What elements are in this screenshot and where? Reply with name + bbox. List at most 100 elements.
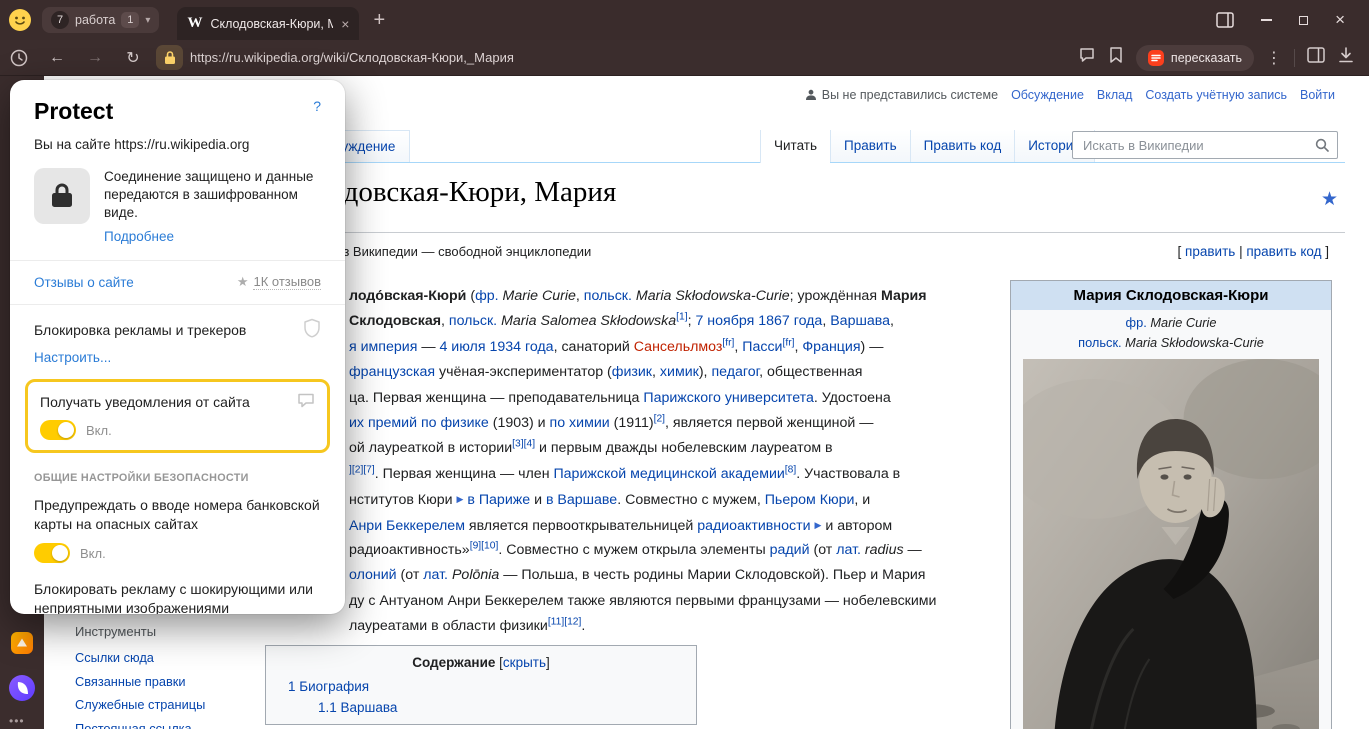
personal-link[interactable]: Вклад — [1097, 88, 1133, 102]
more-menu-icon[interactable]: ⋮ — [1266, 48, 1282, 68]
toc-items: 1 Биография 1.1 Варшава — [276, 679, 686, 715]
tab-group[interactable]: 7 работа 1 ▾ — [42, 7, 159, 33]
search-icon[interactable] — [1315, 138, 1329, 152]
portrait-photo[interactable] — [1023, 359, 1319, 729]
toolbar: ← → ↻ https://ru.wikipedia.org/wiki/Скло… — [0, 40, 1369, 76]
profile-avatar[interactable] — [8, 8, 32, 32]
tab-bar: 7 работа 1 ▾ W Склодовская-Кюри, Ма × + … — [0, 0, 1369, 40]
article-line: лодо́вская-Кюри́ (фр. Marie Curie, польс… — [349, 284, 936, 309]
watch-star-icon[interactable]: ★ — [1321, 188, 1338, 211]
article-line: ой лауреаткой в истории[3][4] и первым д… — [349, 436, 936, 461]
maximize-button[interactable] — [1299, 16, 1308, 25]
wikipedia-favicon: W — [187, 15, 202, 32]
article-line: ца. Первая женщина — преподавательница П… — [349, 386, 936, 411]
infobox: Мария Склодовская-Кюри фр. Marie Curie п… — [1010, 280, 1332, 729]
services-icon[interactable] — [11, 632, 33, 659]
close-button[interactable]: × — [1335, 10, 1345, 30]
active-tab[interactable]: W Склодовская-Кюри, Ма × — [177, 7, 359, 40]
site-reviews-link[interactable]: Отзывы о сайте — [34, 275, 134, 290]
sidebar-link[interactable]: Ссылки сюда — [75, 650, 205, 665]
minimize-button[interactable] — [1261, 19, 1272, 21]
personal-status-label: Вы не представились системе — [822, 88, 998, 102]
personal-link[interactable]: Войти — [1300, 88, 1335, 102]
infobox-title: Мария Склодовская-Кюри — [1011, 281, 1331, 310]
article-line: ][2][7]. Первая женщина — член Парижской… — [349, 462, 936, 487]
downloads-icon[interactable] — [1337, 46, 1355, 69]
search-box — [1072, 131, 1338, 159]
rail-more-icon[interactable]: ••• — [9, 714, 25, 728]
article-line: радиоактивность»[9][10]. Совместно с муж… — [349, 538, 936, 563]
security-section-heading: ОБЩИЕ НАСТРОЙКИ БЕЗОПАСНОСТИ — [34, 472, 321, 484]
reviews-count[interactable]: ★ 1К отзывов — [237, 274, 321, 290]
infobox-name-fr: фр. Marie Curie — [1011, 315, 1331, 330]
lock-icon — [50, 182, 74, 210]
alice-assistant-icon[interactable] — [9, 675, 35, 706]
help-icon[interactable]: ? — [313, 98, 321, 114]
connection-lock-badge — [34, 168, 90, 224]
notifications-toggle[interactable] — [40, 420, 76, 440]
article-line: ду с Антуаном Анри Беккерелем также явля… — [349, 589, 936, 614]
sidebar-link[interactable]: Служебные страницы — [75, 697, 205, 712]
history-clock-icon[interactable] — [0, 48, 38, 68]
toc-hide-link[interactable]: [скрыть] — [499, 655, 550, 670]
forward-button[interactable]: → — [76, 49, 114, 67]
article-tabs: Читать Править Править код История — [760, 130, 1095, 162]
retell-icon — [1148, 50, 1164, 66]
toolbar-right: пересказать ⋮ — [1078, 45, 1369, 71]
table-of-contents: Содержание [скрыть] 1 Биография 1.1 Варша… — [265, 645, 697, 725]
toc-item[interactable]: 1 Биография — [288, 679, 686, 694]
shield-icon — [303, 318, 321, 341]
tabs-panel-icon[interactable] — [1307, 47, 1325, 68]
notifications-label: Получать уведомления от сайта — [40, 394, 250, 410]
tab-edit[interactable]: Править — [830, 130, 910, 162]
tab-group-badge: 1 — [121, 12, 139, 28]
chevron-down-icon: ▾ — [145, 15, 150, 26]
personal-status[interactable]: Вы не представились системе — [805, 88, 998, 102]
browser-window: 7 работа 1 ▾ W Склодовская-Кюри, Ма × + … — [0, 0, 1369, 729]
protect-lock-button[interactable] — [156, 45, 183, 70]
new-tab-button[interactable]: + — [373, 10, 385, 30]
sidebar-link[interactable]: Постоянная ссылка — [75, 721, 205, 729]
tab-edit-code[interactable]: Править код — [910, 130, 1015, 162]
tab-close-icon[interactable]: × — [341, 16, 349, 32]
edit-links[interactable]: [ править | править код ] — [1178, 244, 1329, 259]
personal-bar: Вы не представились системе Обсуждение Вк… — [805, 88, 1335, 102]
tools-links: Ссылки сюда Связанные правки Служебные стр… — [75, 650, 205, 729]
article-line: нститутов Кюри ▶ в Париже и в Варшаве. С… — [349, 487, 936, 512]
toggle-state-label: Вкл. — [80, 546, 106, 561]
protect-title: Protect — [34, 98, 113, 125]
sidebar-link[interactable]: Связанные правки — [75, 674, 205, 689]
tools-heading: Инструменты — [75, 624, 205, 639]
tab-read[interactable]: Читать — [760, 130, 830, 163]
bookmark-flag-icon[interactable] — [1108, 46, 1124, 69]
lock-icon — [164, 50, 176, 65]
connection-status-text: Соединение защищено и данные передаются … — [104, 169, 313, 220]
window-controls: × — [1216, 10, 1369, 30]
reviews-count-label: 1К отзывов — [253, 274, 321, 290]
personal-link[interactable]: Создать учётную запись — [1145, 88, 1287, 102]
wiki-tools-sidebar: Инструменты Ссылки сюдаСвязанные правкиС… — [75, 624, 205, 729]
back-button[interactable]: ← — [38, 49, 76, 67]
infobox-name-pl: польск. Maria Skłodowska-Curie — [1011, 335, 1331, 350]
profile-avatar-icon — [8, 8, 32, 32]
search-input[interactable] — [1081, 137, 1315, 154]
article-line: я империя — 4 июля 1934 года, санаторий … — [349, 335, 936, 360]
toc-item[interactable]: 1.1 Варшава — [318, 700, 686, 715]
shocking-ads-label: Блокировать рекламу с шокирующими или не… — [34, 580, 321, 614]
address-bar-url[interactable]: https://ru.wikipedia.org/wiki/Склодовска… — [190, 50, 1078, 65]
personal-link[interactable]: Обсуждение — [1011, 88, 1084, 102]
configure-link[interactable]: Настроить... — [34, 350, 321, 365]
user-icon — [805, 89, 817, 101]
tab-title: Склодовская-Кюри, Ма — [210, 17, 333, 31]
reload-button[interactable]: ↻ — [114, 48, 152, 68]
toc-title-label: Содержание — [412, 655, 495, 670]
tab-group-label: работа — [75, 13, 115, 27]
toggle-state-label: Вкл. — [86, 423, 112, 438]
retell-button[interactable]: пересказать — [1136, 45, 1254, 71]
comments-icon[interactable] — [1078, 46, 1096, 69]
bank-warning-toggle[interactable] — [34, 543, 70, 563]
article-lines: лодо́вская-Кюри́ (фр. Marie Curie, польс… — [349, 284, 936, 639]
side-panel-icon[interactable] — [1216, 12, 1234, 28]
notifications-setting-highlight: Получать уведомления от сайта Вкл. — [25, 379, 330, 453]
details-link[interactable]: Подробнее — [104, 228, 321, 246]
